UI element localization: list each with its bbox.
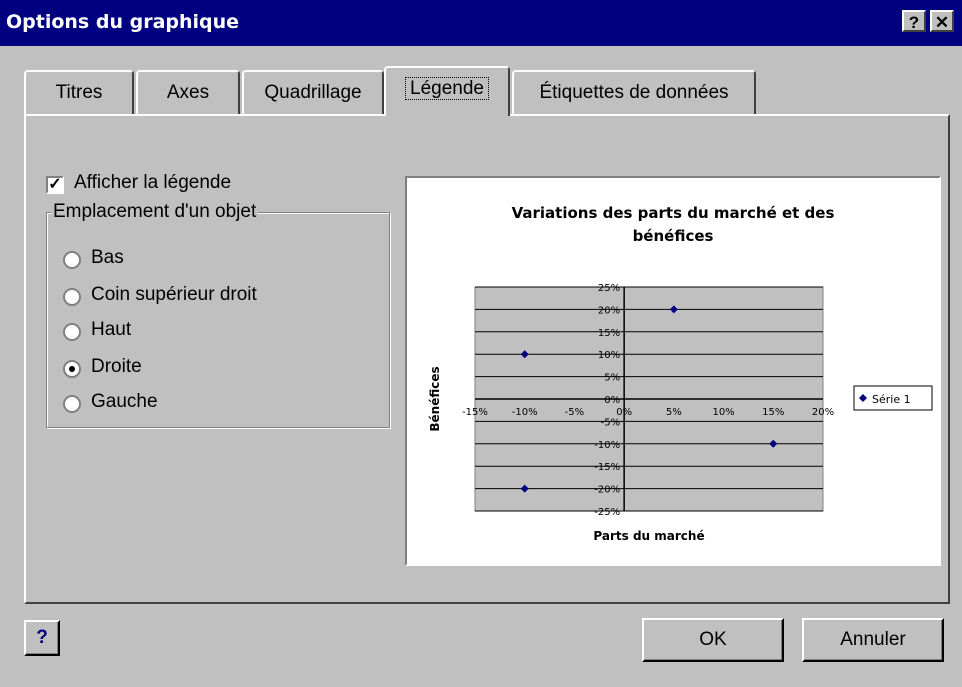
y-tick-label: -25% — [594, 507, 620, 518]
radio-label-coin-superieur-droit: Coin supérieur droit — [91, 284, 257, 305]
tab-legende[interactable]: Légende — [384, 66, 510, 116]
show-legend-label: Afficher la légende — [74, 172, 232, 193]
x-axis-title: Parts du marché — [593, 529, 704, 543]
cancel-button[interactable]: Annuler — [802, 618, 944, 662]
tab-label: Titres — [55, 82, 103, 103]
radio-bas[interactable] — [63, 251, 81, 269]
y-tick-label: 10% — [598, 350, 620, 361]
help-title-button[interactable]: ? — [902, 10, 926, 32]
placement-group-label: Emplacement d'un objet — [51, 201, 259, 223]
tab-label: Quadrillage — [264, 82, 362, 103]
radio-haut[interactable] — [63, 323, 81, 341]
y-tick-label: 20% — [598, 305, 620, 316]
close-button[interactable]: ✕ — [930, 10, 954, 32]
y-tick-label: 15% — [598, 328, 620, 339]
x-tick-label: 15% — [762, 407, 784, 418]
ok-button[interactable]: OK — [642, 618, 784, 662]
y-tick-label: -20% — [594, 485, 620, 496]
legend-entry: Série 1 — [872, 393, 911, 406]
y-axis-title: Bénéfices — [428, 366, 442, 431]
y-tick-label: -10% — [594, 440, 620, 451]
radio-label-gauche: Gauche — [91, 391, 158, 412]
window-title: Options du graphique — [6, 11, 240, 33]
y-tick-label: -5% — [601, 417, 620, 428]
placement-group: Emplacement d'un objet Bas Coin supérieu… — [46, 201, 390, 428]
tab-label: Légende — [405, 77, 489, 100]
help-icon: ? — [36, 627, 48, 648]
tab-label: Étiquettes de données — [539, 82, 729, 103]
tab-label: Axes — [166, 82, 210, 103]
y-tick-label: -15% — [594, 462, 620, 473]
chart-title-line-2: bénéfices — [633, 227, 714, 245]
tab-axes[interactable]: Axes — [136, 70, 240, 114]
chart-svg: Variations des parts du marché et des bén… — [428, 204, 933, 543]
x-tick-label: -10% — [512, 407, 538, 418]
radio-gauche[interactable] — [63, 395, 81, 413]
tab-quadrillage[interactable]: Quadrillage — [242, 70, 384, 114]
x-tick-label: 10% — [712, 407, 734, 418]
y-tick-label: 5% — [604, 373, 620, 384]
y-tick-label: 25% — [598, 283, 620, 294]
y-tick-label: 0% — [604, 395, 620, 406]
radio-label-bas: Bas — [91, 247, 124, 268]
radio-label-haut: Haut — [91, 319, 132, 340]
help-button[interactable]: ? — [24, 620, 60, 656]
x-tick-label: 0% — [616, 407, 632, 418]
chart-title-line-1: Variations des parts du marché et des — [512, 204, 835, 222]
radio-label-droite: Droite — [91, 356, 142, 377]
x-tick-label: -15% — [462, 407, 488, 418]
x-tick-label: -5% — [565, 407, 584, 418]
tab-etiquettes-de-donnees[interactable]: Étiquettes de données — [512, 70, 756, 114]
title-bar: Options du graphique ? ✕ — [0, 0, 962, 46]
chart-preview: Variations des parts du marché et des bén… — [405, 176, 941, 566]
show-legend-checkbox[interactable]: ✓ — [46, 176, 64, 194]
x-tick-label: 5% — [666, 407, 682, 418]
x-tick-label: 20% — [812, 407, 834, 418]
radio-droite[interactable] — [63, 360, 81, 378]
radio-coin-superieur-droit[interactable] — [63, 288, 81, 306]
tab-titres[interactable]: Titres — [24, 70, 134, 114]
